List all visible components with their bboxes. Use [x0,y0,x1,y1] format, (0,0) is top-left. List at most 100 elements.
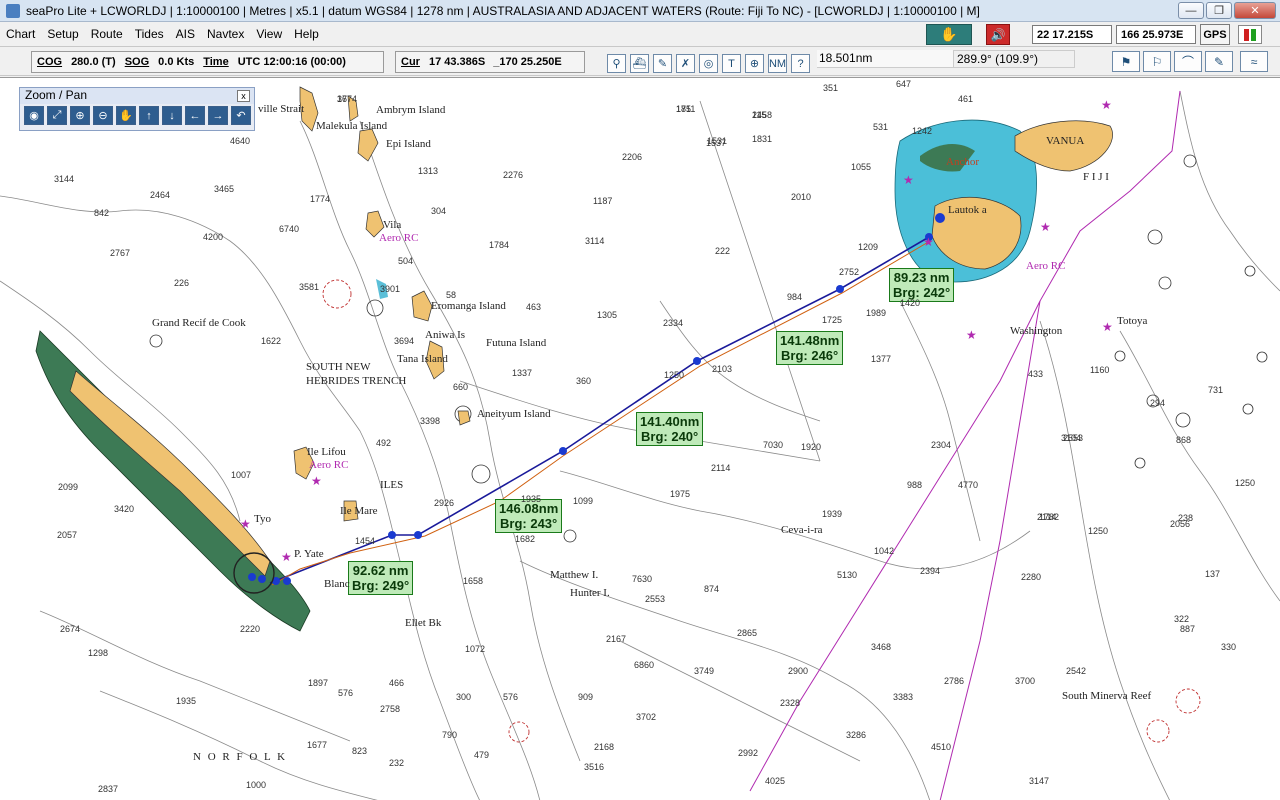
place-label: Matthew I. [550,569,599,581]
layers-icon[interactable]: ◎ [699,54,718,73]
depth-sounding: 2837 [98,784,119,794]
undo-icon[interactable]: ↶ [231,106,251,125]
depth-sounding: 1831 [752,134,773,144]
route-leg-label: 141.48nm Brg: 246° [776,331,844,365]
menu-view[interactable]: View [250,27,288,41]
svg-text:★: ★ [240,517,251,531]
menu-ais[interactable]: AIS [170,27,201,41]
svg-text:★: ★ [966,328,977,342]
place-label: Totoya [1117,315,1148,327]
depth-sounding: 790 [442,730,458,740]
arrow-right-icon[interactable]: → [208,106,228,125]
zoom-in-icon[interactable]: ⊕ [70,106,90,125]
svg-text:★: ★ [1101,98,1112,112]
depth-sounding: 36 [337,94,348,104]
place-label: Futuna Island [486,337,547,349]
aero-label: Aero RC [1026,260,1066,272]
depth-sounding: 887 [1180,624,1196,634]
leg-bearing: Brg: 249° [352,578,410,593]
place-label: Ile Lifou [307,446,346,458]
place-label: Vila [383,219,402,231]
place-label: Aniwa Is [425,329,466,341]
depth-sounding: 2276 [503,170,524,180]
depth-sounding: 2220 [240,624,261,634]
target-icon[interactable]: ⊕ [745,54,764,73]
svg-text:★: ★ [923,235,934,249]
depth-sounding: 4200 [203,232,224,242]
menu-route[interactable]: Route [85,27,129,41]
place-label: Ile Mare [340,505,378,517]
route-leg-label: 141.40nm Brg: 240° [636,412,704,446]
fit-icon[interactable]: ⤢ [47,106,67,125]
close-button[interactable]: ✕ [1234,2,1276,19]
menu-tides[interactable]: Tides [129,27,170,41]
hand-icon[interactable]: ✋ [926,24,972,45]
route-icon[interactable]: ⌒ [1174,51,1202,72]
arrow-left-icon[interactable]: ← [185,106,205,125]
depth-sounding: 360 [576,376,592,386]
depth-sounding: 2900 [788,666,809,676]
flag-icon[interactable]: ⚐ [1143,51,1171,72]
depth-sounding: 330 [1221,642,1237,652]
place-label: Tyo [254,513,271,525]
zoom-pan-title: Zoom / Pan [20,88,254,104]
leg-distance: 92.62 nm [352,563,409,578]
nav-toolbar: COG 280.0 (T) SOG 0.0 Kts Time UTC 12:00… [0,46,1280,76]
help-icon[interactable]: ? [791,54,810,73]
menu-help[interactable]: Help [288,27,325,41]
speaker-icon[interactable]: 🔊 [986,24,1010,45]
minimize-button[interactable]: — [1178,2,1204,19]
depth-sounding: 2103 [712,364,733,374]
depth-sounding: 1160 [1090,365,1110,375]
text-icon[interactable]: T [722,54,741,73]
place-label: N O R F O L K [193,751,288,763]
menu-navtex[interactable]: Navtex [201,27,250,41]
depth-sounding: 6740 [279,224,300,234]
depth-sounding: 232 [389,758,405,768]
cancel-route-icon[interactable]: ✗ [676,54,695,73]
edit-icon[interactable]: ✎ [1205,51,1233,72]
boat-icon[interactable]: ⛴ [630,54,649,73]
depth-sounding: 6860 [634,660,655,670]
depth-sounding: 3420 [114,504,135,514]
cur-lat: 17 43.386S [428,56,486,68]
depth-sounding: 2464 [150,190,171,200]
nm-icon[interactable]: NM [768,54,787,73]
depth-sounding: 2865 [737,628,758,638]
person-icon[interactable]: ⚑ [1112,51,1140,72]
hand-icon[interactable]: ✋ [116,106,136,125]
cur-lon: _170 25.250E [493,56,562,68]
restore-button[interactable]: ❐ [1206,2,1232,19]
menu-chart[interactable]: Chart [0,27,41,41]
globe-icon[interactable]: ◉ [24,106,44,125]
app-icon [6,3,20,18]
tool-icon[interactable]: ✎ [653,54,672,73]
arrow-down-icon[interactable]: ↓ [162,106,182,125]
place-label: F I J I [1083,171,1109,183]
depth-sounding: 2056 [1170,519,1191,529]
depth-sounding: 1377 [871,354,892,364]
depth-sounding: 2114 [1037,512,1057,522]
place-label: Malekula Island [316,120,388,132]
cursor-position-panel: Cur 17 43.386S _170 25.250E [395,51,585,73]
anchor-label: Anchor [946,156,979,168]
zoom-pan-close-button[interactable]: x [237,90,250,102]
menu-setup[interactable]: Setup [41,27,84,41]
depth-sounding: 3749 [694,666,715,676]
chart-view[interactable]: ★ ★ ★ ★ ★ ★ ★ ★ ★ 89.23 nm Brg: 242° 141… [0,77,1280,800]
depth-sounding: 2752 [839,267,860,277]
route-line [269,236,931,586]
arrow-up-icon[interactable]: ↑ [139,106,159,125]
waypoint-icon[interactable]: ⚲ [607,54,626,73]
gps-button[interactable]: GPS [1200,24,1230,45]
track-icon[interactable]: ≈ [1240,51,1268,72]
title-bar: seaPro Lite + LCWORLDJ | 1:10000100 | Me… [0,0,1280,22]
depth-sounding: 2168 [594,742,615,752]
depth-sounding: 3468 [871,642,892,652]
place-label: Aneityum Island [477,408,551,420]
zoom-out-icon[interactable]: ⊖ [93,106,113,125]
leg-distance: 141.40nm [640,414,700,429]
place-label: Ambrym Island [376,104,446,116]
depth-sounding: 2767 [110,248,131,258]
depth-sounding: 1000 [246,780,267,790]
